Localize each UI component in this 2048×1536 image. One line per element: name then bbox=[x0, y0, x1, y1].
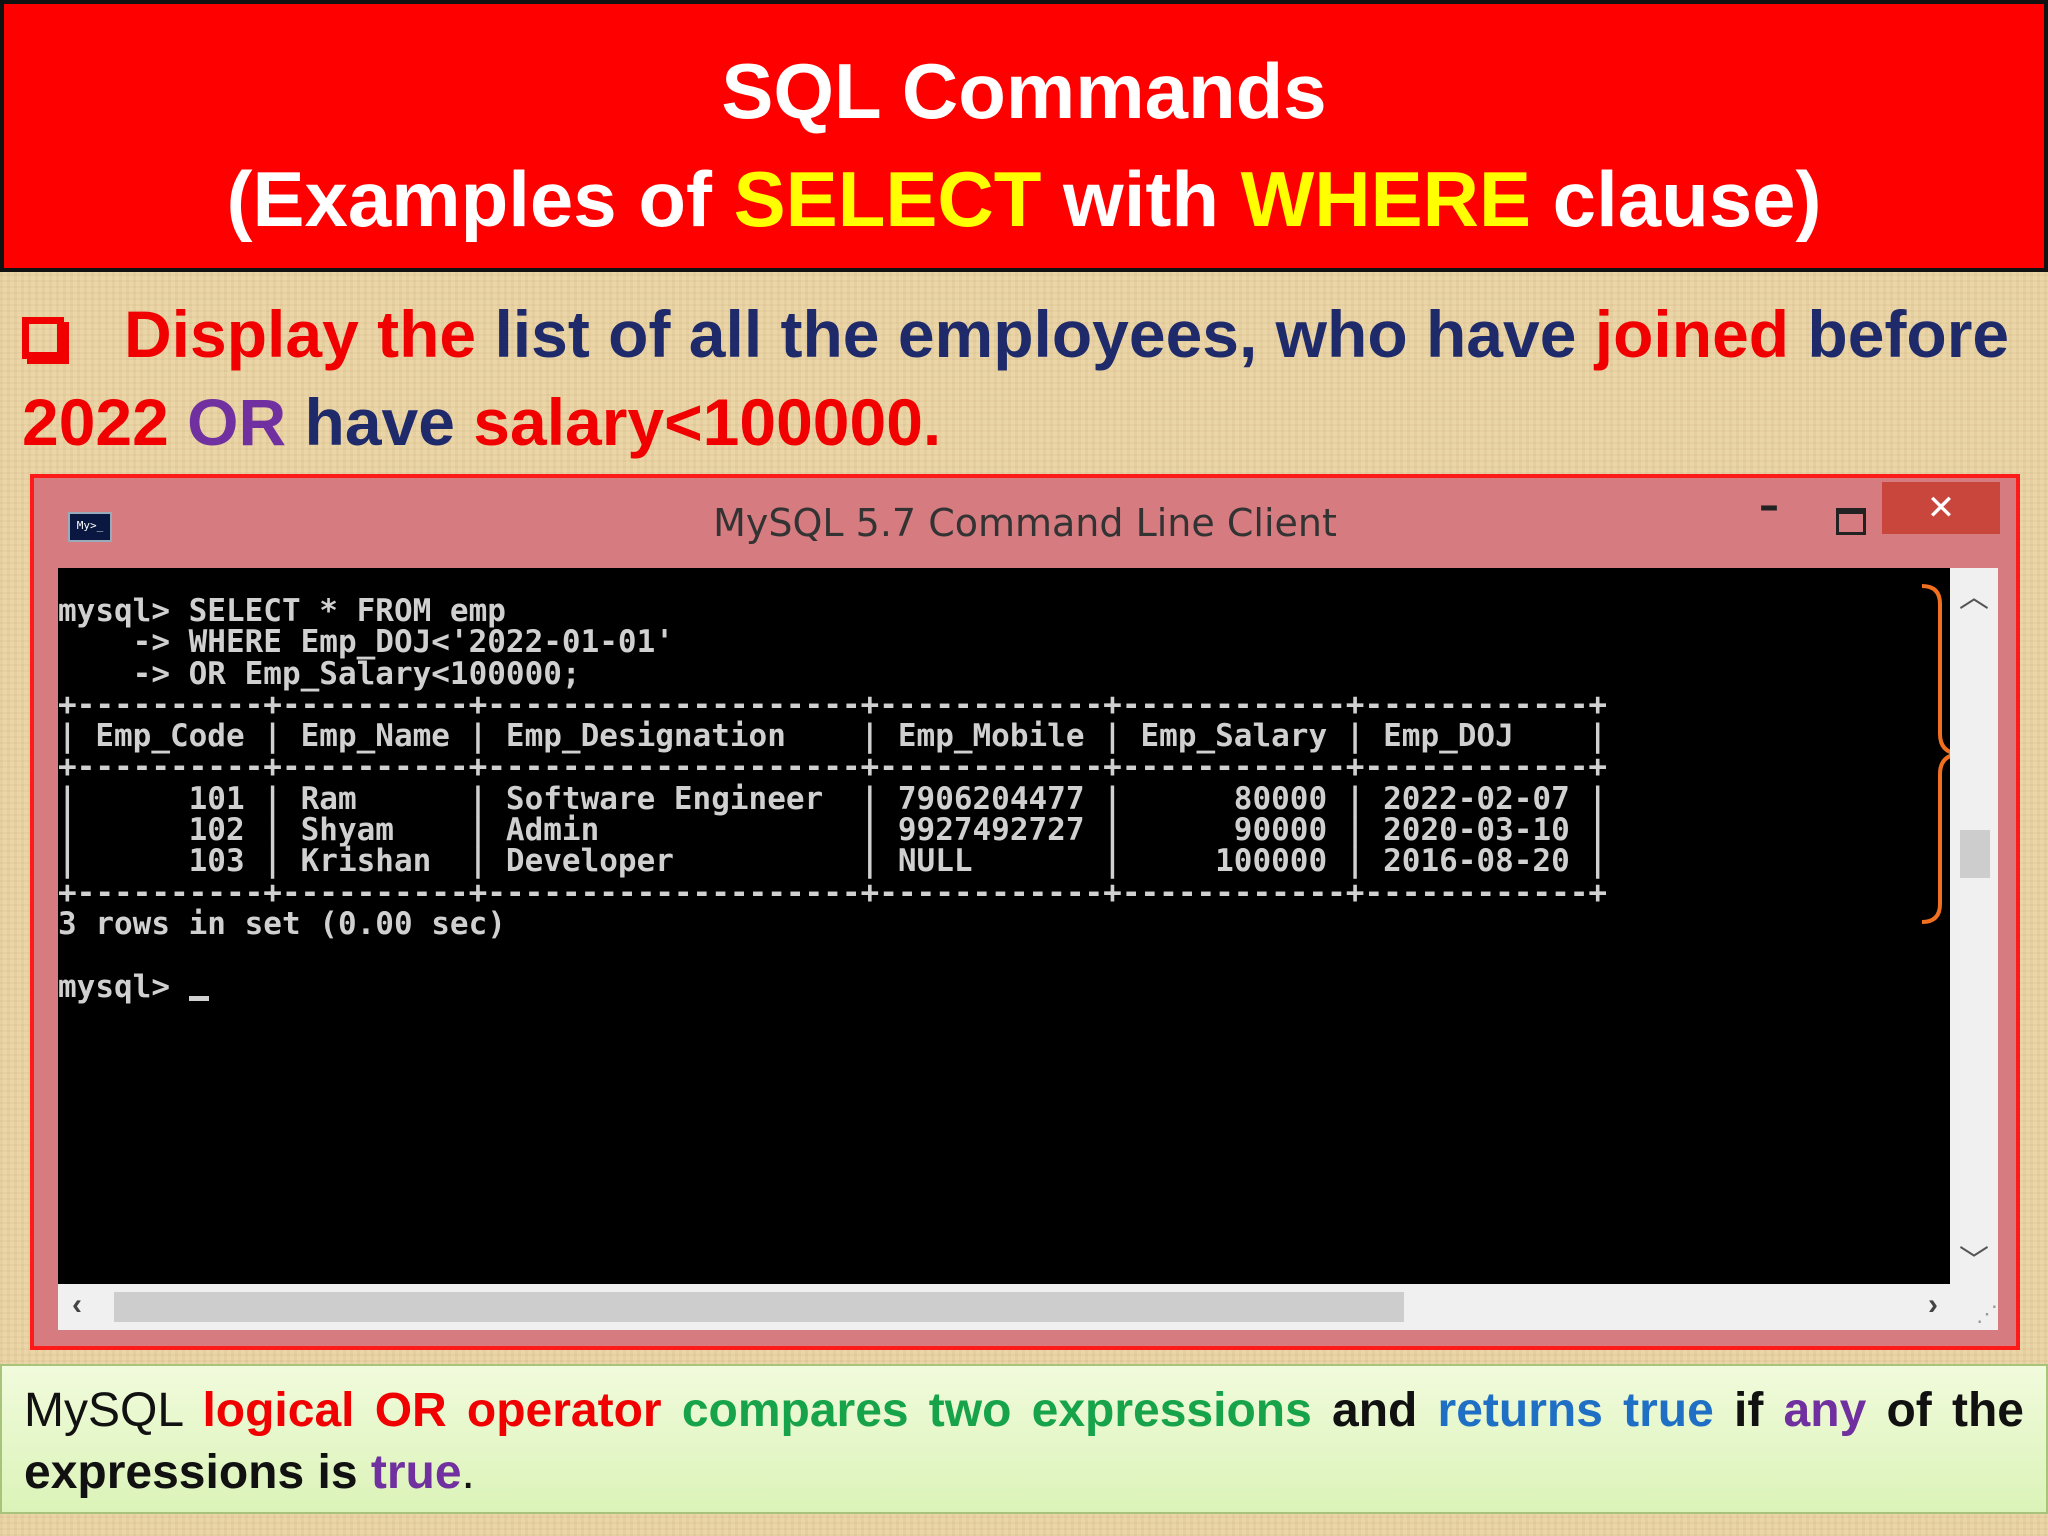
note-word: expressions is bbox=[24, 1446, 371, 1499]
horizontal-scrollbar[interactable]: ‹ › bbox=[58, 1284, 1950, 1330]
note-word: if bbox=[1734, 1384, 1764, 1437]
note-word: the bbox=[1951, 1384, 2024, 1437]
scroll-right-icon[interactable]: › bbox=[1928, 1288, 1938, 1322]
scroll-down-icon[interactable]: ﹀ bbox=[1950, 1236, 1998, 1280]
task-text-4: before bbox=[1789, 297, 2010, 371]
maximize-button[interactable] bbox=[1814, 486, 1884, 536]
task-text-2: list of all the employees, who have bbox=[476, 297, 1595, 371]
task-text-7: have bbox=[286, 385, 474, 459]
subtitle-prefix: (Examples of bbox=[226, 155, 734, 243]
explanation-note: MySQL logical OR operator compares two e… bbox=[0, 1364, 2048, 1514]
window-title: MySQL 5.7 Command Line Client bbox=[713, 501, 1337, 545]
keyword-select: SELECT bbox=[733, 155, 1042, 243]
vertical-scrollbar[interactable]: ︿ ﹀ bbox=[1950, 568, 1998, 1284]
note-line-1: MySQL logical OR operator compares two e… bbox=[24, 1380, 2024, 1442]
maximize-icon bbox=[1836, 508, 1866, 535]
horizontal-scroll-thumb[interactable] bbox=[114, 1292, 1404, 1322]
task-text-8: salary<100000. bbox=[473, 385, 942, 459]
slide-subtitle: (Examples of SELECT with WHERE clause) bbox=[4, 154, 2044, 244]
note-line-2: expressions is true. bbox=[24, 1442, 2024, 1504]
scroll-left-icon[interactable]: ‹ bbox=[72, 1288, 82, 1322]
scroll-up-icon[interactable]: ︿ bbox=[1950, 572, 1998, 616]
note-word: OR bbox=[374, 1384, 447, 1437]
task-text-3: joined bbox=[1594, 297, 1790, 371]
note-word: of bbox=[1886, 1384, 1932, 1437]
vertical-scroll-thumb[interactable] bbox=[1960, 830, 1990, 878]
note-word: MySQL bbox=[24, 1384, 183, 1437]
note-word: compares bbox=[681, 1384, 909, 1437]
result-summary: 3 rows in set (0.00 sec) bbox=[58, 905, 506, 942]
note-word: and bbox=[1332, 1384, 1418, 1437]
note-word: true bbox=[1623, 1384, 1714, 1437]
mysql-console-icon[interactable]: My>_ bbox=[68, 512, 112, 542]
note-word: operator bbox=[466, 1384, 662, 1437]
title-banner: SQL Commands (Examples of SELECT with WH… bbox=[0, 0, 2048, 272]
mysql-prompt: mysql> bbox=[58, 968, 189, 1005]
note-word: returns bbox=[1437, 1384, 1603, 1437]
task-text-1: Display the bbox=[124, 297, 477, 371]
text-cursor bbox=[188, 995, 209, 1001]
subtitle-suffix: clause) bbox=[1531, 155, 1822, 243]
mysql-window: MySQL 5.7 Command Line Client My>_ – ✕ m… bbox=[30, 474, 2020, 1350]
note-word: any bbox=[1783, 1384, 1867, 1437]
task-text-6: OR bbox=[168, 385, 287, 459]
note-word: true bbox=[370, 1446, 462, 1499]
minimize-button[interactable]: – bbox=[1734, 486, 1804, 536]
note-word: expressions bbox=[1031, 1384, 1312, 1437]
checkbox-bullet-icon bbox=[22, 317, 64, 359]
note-word: . bbox=[461, 1446, 475, 1499]
subtitle-middle: with bbox=[1041, 155, 1241, 243]
keyword-where: WHERE bbox=[1240, 155, 1532, 243]
task-text-5: 2022 bbox=[22, 385, 169, 459]
close-button[interactable]: ✕ bbox=[1882, 482, 2000, 534]
note-word: logical bbox=[202, 1384, 355, 1437]
slide-title: SQL Commands bbox=[721, 47, 1327, 135]
resize-grip-icon[interactable]: ⋰ bbox=[1950, 1284, 1998, 1330]
task-description: Display the list of all the employees, w… bbox=[22, 290, 2032, 466]
console-text: mysql> SELECT * FROM emp -> WHERE Emp_DO… bbox=[58, 568, 1950, 1003]
note-word: two bbox=[928, 1384, 1012, 1437]
console-output[interactable]: mysql> SELECT * FROM emp -> WHERE Emp_DO… bbox=[58, 568, 1959, 1284]
